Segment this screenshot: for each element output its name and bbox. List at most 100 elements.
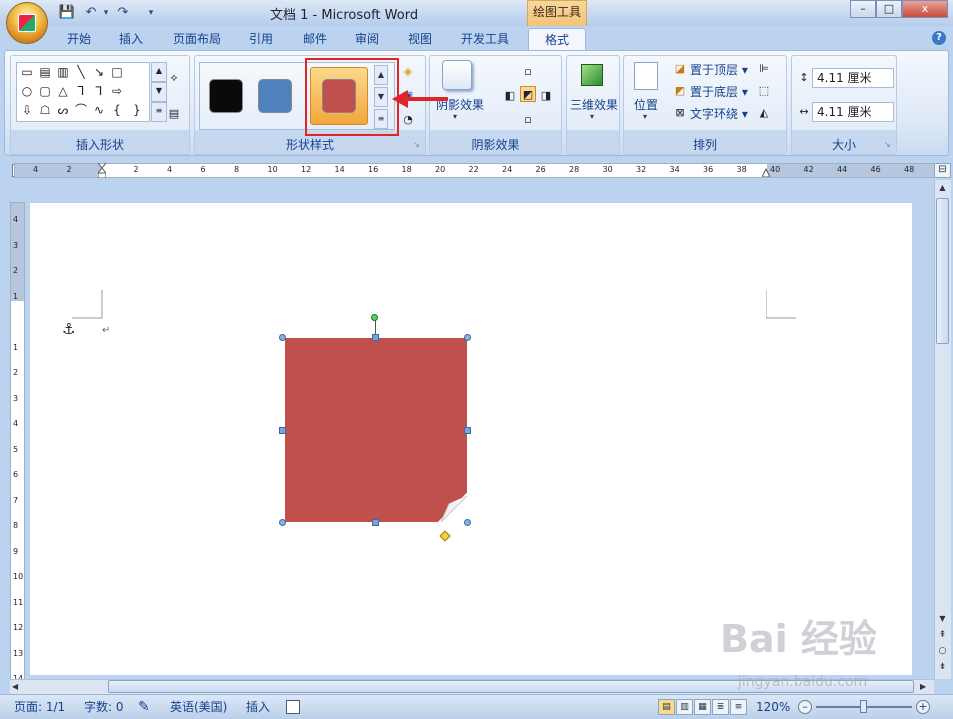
tab-insert[interactable]: 插入 (110, 28, 152, 50)
insert-mode-indicator[interactable]: 插入 (246, 698, 270, 716)
rect-outline-icon[interactable]: □ (108, 64, 126, 80)
text-wrap-button[interactable]: 文字环绕 ▾ (690, 105, 748, 122)
down-arrow-shape-icon[interactable]: ⇩ (18, 102, 36, 118)
elbow-arrow-icon[interactable]: ⅂ (90, 83, 108, 99)
shape-width-input[interactable]: 4.11 厘米 (812, 102, 894, 122)
line-shape-icon[interactable]: ╲ (72, 64, 90, 80)
folded-corner-shape[interactable] (285, 338, 467, 522)
resize-handle-top[interactable] (372, 334, 379, 341)
shadow-dropdown-icon[interactable]: ▾ (453, 112, 457, 121)
resize-handle-top-left[interactable] (279, 334, 286, 341)
nudge-shadow-down-icon[interactable]: ▫ (520, 112, 536, 128)
scroll-up-icon[interactable]: ▲ (936, 181, 949, 195)
brace-shape-icon[interactable]: { (108, 102, 126, 118)
rotation-handle[interactable] (371, 314, 378, 321)
arc-shape-icon[interactable]: ⌒ (72, 102, 90, 118)
word-count[interactable]: 字数: 0 (84, 698, 124, 716)
freeform-shape-icon[interactable]: ☖ (36, 102, 54, 118)
maximize-button[interactable]: □ (876, 0, 902, 18)
horizontal-ruler[interactable]: 4 2 2 4 6 8 10 12 14 16 18 20 22 24 26 28 30 32 34 36 38 40 42… (14, 163, 936, 178)
triangle-shape-icon[interactable]: △ (54, 83, 72, 99)
scroll-down-icon[interactable]: ▼ (936, 612, 949, 626)
shapes-gallery[interactable]: ▭ ▤ ▥ ╲ ↘ □ ○ ▢ △ Ꞁ ⅂ ⇨ ⇩ ☖ ᔕ ⌒ ∿ { } (16, 62, 150, 122)
arrow-line-icon[interactable]: ↘ (90, 64, 108, 80)
help-icon[interactable]: ? (932, 31, 946, 45)
zoom-slider-thumb[interactable] (860, 700, 867, 713)
vertical-textbox-icon[interactable]: ▥ (54, 64, 72, 80)
vertical-ruler[interactable]: 43211234567891011121314 (10, 202, 25, 683)
previous-page-icon[interactable]: ⇞ (936, 628, 949, 642)
select-browse-object-icon[interactable]: ○ (936, 644, 949, 658)
bring-to-front-button[interactable]: 置于顶层 ▾ (690, 61, 748, 78)
position-button[interactable]: 位置 (628, 96, 664, 113)
right-arrow-shape-icon[interactable]: ⇨ (108, 83, 126, 99)
nudge-shadow-up-icon[interactable]: ▫ (520, 64, 536, 80)
anchor-icon[interactable]: ⚓ (62, 320, 75, 338)
zoom-level[interactable]: 120% (756, 698, 790, 716)
vertical-scroll-thumb[interactable] (936, 198, 949, 344)
draft-view-icon[interactable]: ≡ (730, 699, 747, 715)
nudge-shadow-right-icon[interactable]: ◨ (538, 88, 554, 104)
resize-handle-bottom-right[interactable] (464, 519, 471, 526)
position-dropdown-icon[interactable]: ▾ (643, 112, 647, 121)
textbox-shape-icon[interactable]: ▤ (36, 64, 54, 80)
macro-record-icon[interactable] (286, 700, 300, 714)
web-layout-icon[interactable]: ▦ (694, 699, 711, 715)
gallery-scroll-up-icon[interactable]: ▲ (151, 62, 167, 82)
shape-styles-launcher-icon[interactable]: ↘ (413, 141, 422, 150)
page-count[interactable]: 页面: 1/1 (14, 698, 65, 716)
rectangle-shape-icon[interactable]: ▭ (18, 64, 36, 80)
tab-mailings[interactable]: 邮件 (294, 28, 336, 50)
resize-handle-right[interactable] (464, 427, 471, 434)
rounded-rect-icon[interactable]: ▢ (36, 83, 54, 99)
3d-effects-button[interactable]: 三维效果 (567, 96, 621, 113)
group-objects-icon[interactable]: ⬚ (756, 83, 772, 99)
undo-dropdown-icon[interactable]: ▾ (97, 4, 115, 22)
language-indicator[interactable]: 英语(美国) (170, 698, 227, 716)
style-swatch-blue[interactable] (258, 79, 292, 113)
outline-view-icon[interactable]: ≣ (712, 699, 729, 715)
shape-height-input[interactable]: 4.11 厘米 (812, 68, 894, 88)
send-to-back-icon[interactable]: ◩ (672, 83, 688, 99)
gallery-scroll-down-icon[interactable]: ▼ (151, 82, 167, 102)
3d-effects-icon[interactable] (581, 64, 603, 86)
full-screen-reading-icon[interactable]: ▥ (676, 699, 693, 715)
oval-shape-icon[interactable]: ○ (18, 83, 36, 99)
minimize-button[interactable]: – (850, 0, 876, 18)
size-launcher-icon[interactable]: ↘ (884, 141, 893, 150)
elbow-connector-icon[interactable]: Ꞁ (72, 83, 90, 99)
scroll-left-icon[interactable]: ◀ (12, 680, 24, 693)
tab-developer[interactable]: 开发工具 (452, 28, 518, 50)
resize-handle-top-right[interactable] (464, 334, 471, 341)
text-box-insert-icon[interactable]: ▤ (166, 106, 182, 122)
tab-review[interactable]: 审阅 (346, 28, 388, 50)
tab-home[interactable]: 开始 (58, 28, 100, 50)
tab-format[interactable]: 格式 (528, 28, 586, 50)
indent-marker-icon[interactable] (96, 162, 108, 179)
tab-page-layout[interactable]: 页面布局 (166, 28, 228, 50)
view-ruler-icon[interactable]: ⊟ (934, 163, 951, 178)
print-layout-view-icon[interactable]: ▤ (658, 699, 675, 715)
align-icon[interactable]: ⊫ (756, 61, 772, 77)
nudge-shadow-left-icon[interactable]: ◧ (502, 88, 518, 104)
tab-view[interactable]: 视图 (399, 28, 441, 50)
right-indent-marker-icon[interactable] (761, 166, 771, 178)
shadow-toggle-icon[interactable]: ◩ (520, 86, 536, 102)
edit-shape-icon[interactable]: ⟡ (166, 70, 182, 86)
office-button[interactable] (6, 2, 48, 44)
bracket-shape-icon[interactable]: } (128, 102, 146, 118)
send-to-back-button[interactable]: 置于底层 ▾ (690, 83, 748, 100)
gallery-more-icon[interactable]: ≡ (151, 102, 167, 122)
text-wrap-icon[interactable]: ⊠ (672, 105, 688, 121)
qat-customize-icon[interactable]: ▾ (142, 4, 160, 22)
scribble-shape-icon[interactable]: ᔕ (54, 102, 72, 118)
3d-dropdown-icon[interactable]: ▾ (590, 112, 594, 121)
zoom-in-icon[interactable]: + (916, 700, 930, 714)
style-swatch-black[interactable] (209, 79, 243, 113)
resize-handle-bottom-left[interactable] (279, 519, 286, 526)
next-page-icon[interactable]: ⇟ (936, 660, 949, 674)
position-icon[interactable] (634, 62, 658, 90)
save-icon[interactable]: 💾 (58, 4, 76, 22)
bring-to-front-icon[interactable]: ◪ (672, 61, 688, 77)
scroll-right-icon[interactable]: ▶ (920, 680, 932, 693)
